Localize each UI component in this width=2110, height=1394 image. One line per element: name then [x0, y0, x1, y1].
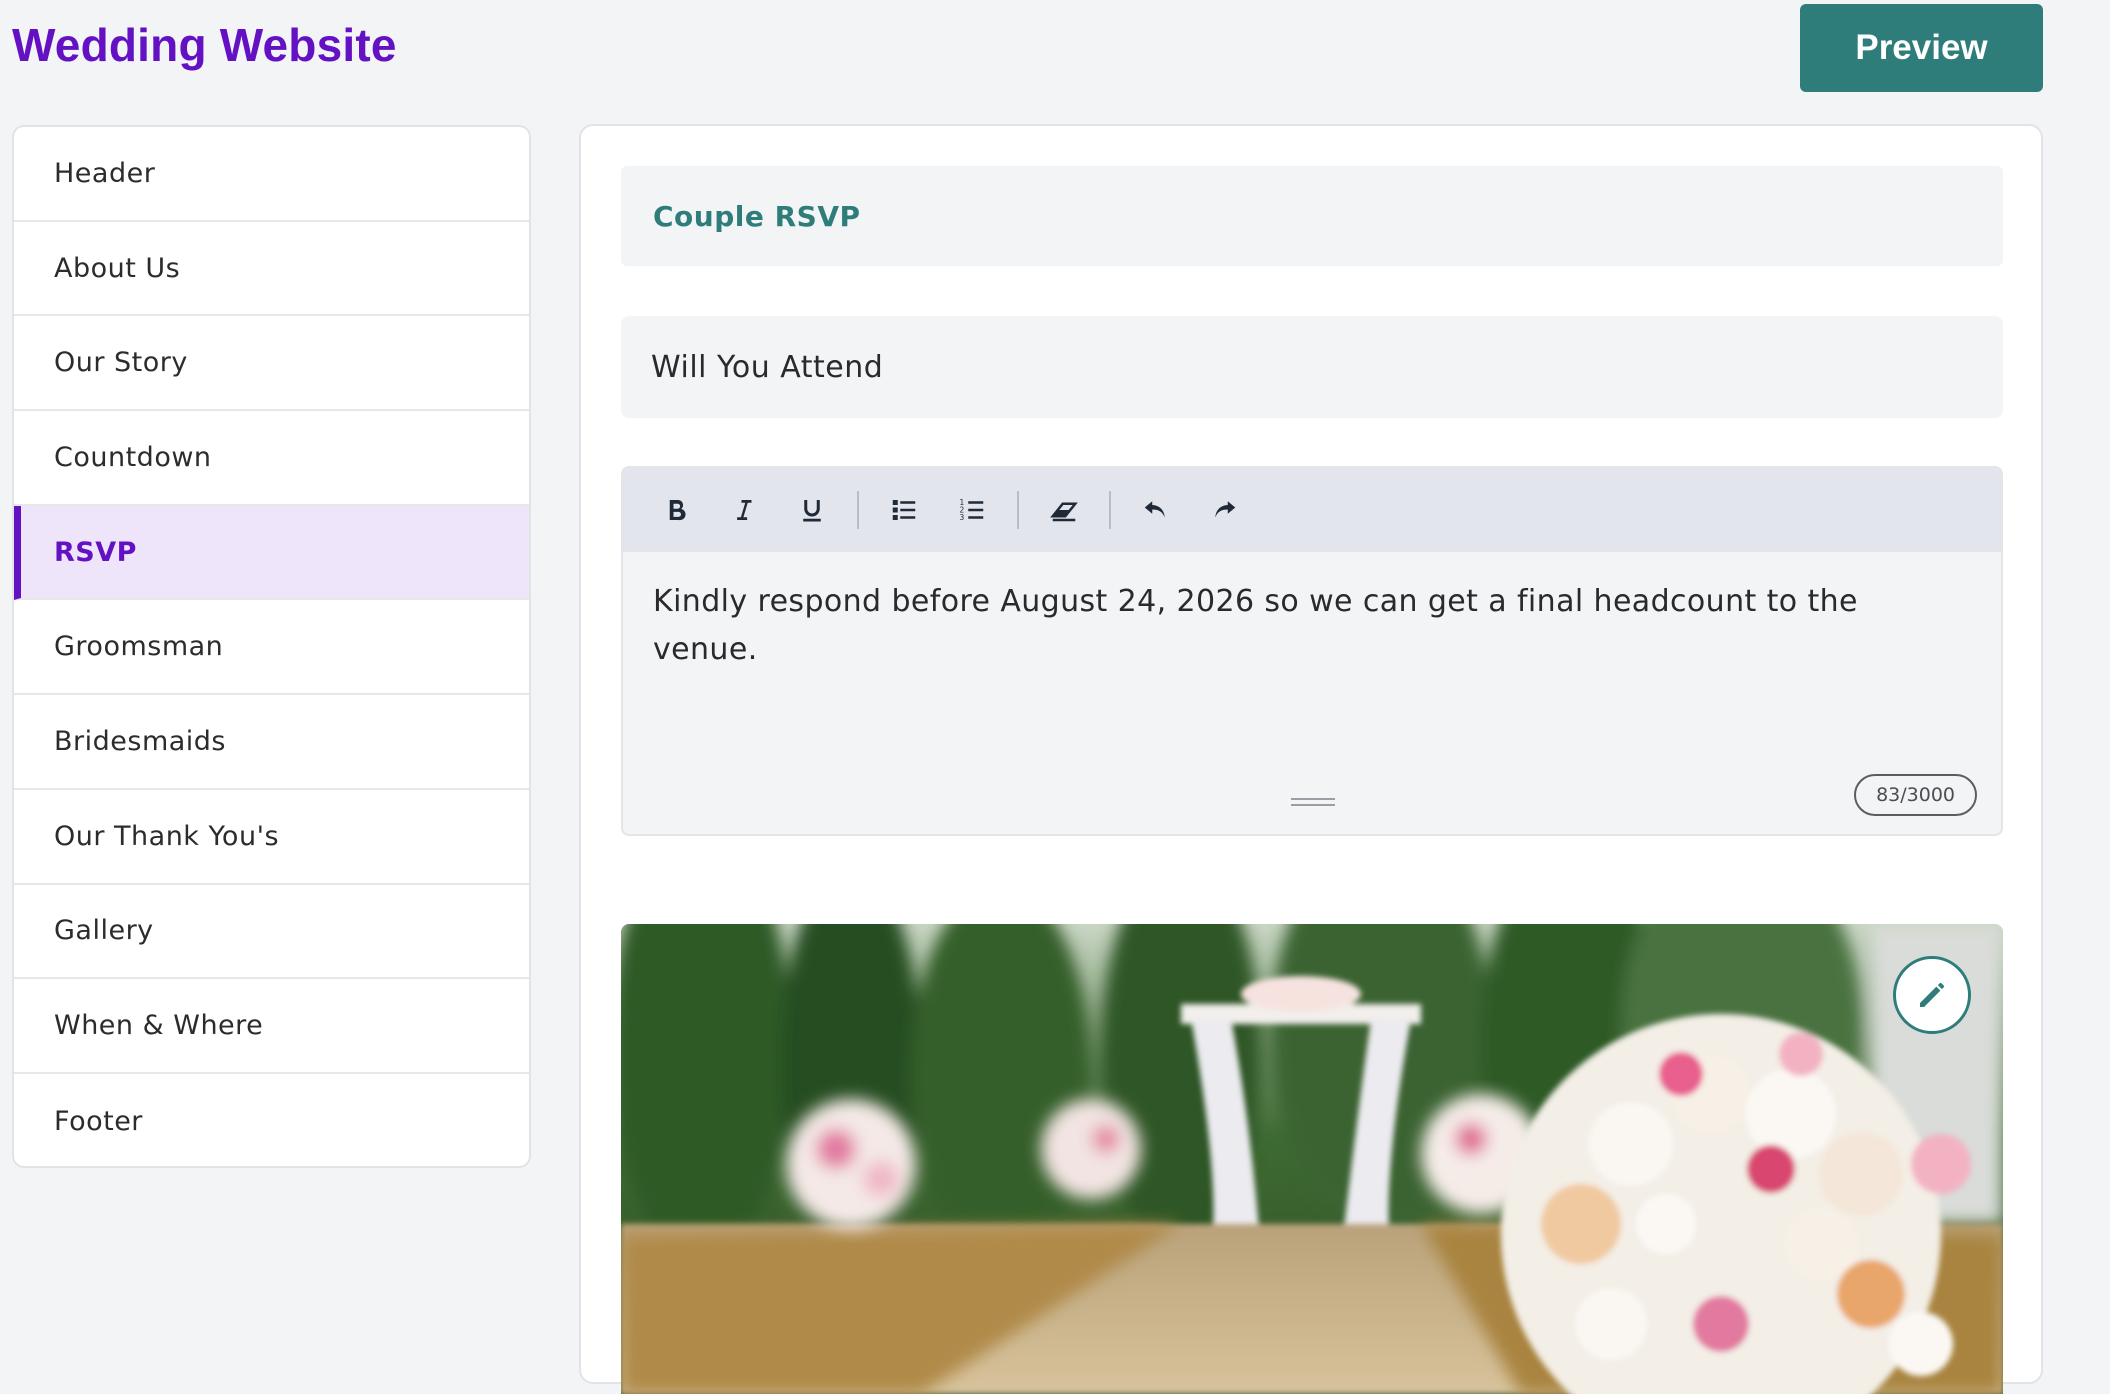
sidebar-item-when-where[interactable]: When & Where — [14, 979, 529, 1074]
main-panel: Couple RSVP 123 — [579, 124, 2043, 1394]
wedding-aisle-image — [621, 924, 2003, 1394]
sidebar-item-groomsman[interactable]: Groomsman — [14, 600, 529, 696]
sidebar-item-rsvp[interactable]: RSVP — [14, 505, 529, 601]
sidebar-item-bridesmaids[interactable]: Bridesmaids — [14, 695, 529, 790]
preview-button[interactable]: Preview — [1800, 4, 2043, 92]
toolbar-divider — [1109, 491, 1111, 529]
sidebar-item-header[interactable]: Header — [14, 127, 529, 222]
svg-text:3: 3 — [960, 513, 965, 522]
sidebar-item-gallery[interactable]: Gallery — [14, 885, 529, 980]
toolbar-divider — [1017, 491, 1019, 529]
app-title: Wedding Website — [12, 19, 397, 71]
bullet-list-icon[interactable] — [881, 487, 927, 533]
sidebar-item-footer[interactable]: Footer — [14, 1074, 529, 1166]
rich-text-editor: 123 Kindly respond before August 24, 202… — [621, 466, 2003, 836]
eraser-icon[interactable] — [1041, 487, 1087, 533]
italic-icon[interactable] — [721, 487, 767, 533]
sidebar-item-about-us[interactable]: About Us — [14, 222, 529, 317]
toolbar-divider — [857, 491, 859, 529]
sidebar: Header About Us Our Story Countdown RSVP… — [12, 125, 531, 1168]
pencil-icon — [1920, 983, 1944, 1007]
sidebar-item-our-story[interactable]: Our Story — [14, 316, 529, 412]
editor-toolbar: 123 — [623, 468, 2001, 552]
redo-icon[interactable] — [1201, 487, 1247, 533]
section-title: Couple RSVP — [621, 166, 2003, 266]
underline-icon[interactable] — [789, 487, 835, 533]
editor-content[interactable]: Kindly respond before August 24, 2026 so… — [623, 552, 1923, 674]
undo-icon[interactable] — [1133, 487, 1179, 533]
character-count: 83/3000 — [1854, 774, 1977, 816]
edit-photo-button[interactable] — [1893, 956, 1971, 1034]
rsvp-photo — [621, 924, 2003, 1394]
numbered-list-icon[interactable]: 123 — [949, 487, 995, 533]
sidebar-item-our-thank-yous[interactable]: Our Thank You's — [14, 790, 529, 885]
bold-icon[interactable] — [653, 487, 699, 533]
title-input[interactable] — [621, 316, 2003, 418]
sidebar-item-countdown[interactable]: Countdown — [14, 411, 529, 506]
resize-handle[interactable] — [1291, 798, 1335, 810]
